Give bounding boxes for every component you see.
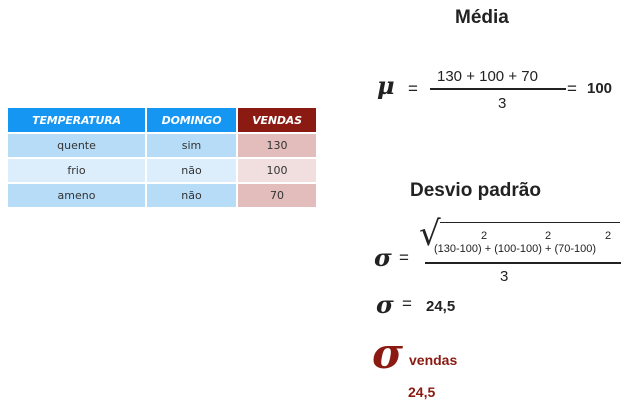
cell-vendas: 100 — [238, 159, 316, 182]
stddev-result-equals: = — [402, 294, 412, 313]
mean-result-equals: = — [567, 79, 577, 98]
stddev-denominator: 3 — [500, 268, 509, 285]
mean-equals: = — [408, 79, 418, 98]
mu-symbol: μ — [377, 71, 395, 100]
sigma-symbol: σ — [374, 243, 392, 272]
sigma-highlight-icon: σ — [372, 329, 403, 378]
header-domingo: DOMINGO — [147, 108, 236, 132]
table-header-row: TEMPERATURA DOMINGO VENDAS — [8, 108, 316, 132]
cell-temperatura: ameno — [8, 184, 145, 207]
stddev-exponent-3: 2 — [605, 230, 612, 242]
cell-domingo: não — [147, 184, 236, 207]
stddev-title: Desvio padrão — [410, 180, 541, 201]
mean-title: Média — [455, 7, 509, 28]
highlight-value: 24,5 — [408, 384, 436, 400]
stddev-equals: = — [399, 248, 409, 267]
stddev-radicand: (130-100) + (100-100) + (70-100) — [434, 243, 597, 255]
highlight-label: vendas — [409, 352, 458, 368]
header-temperatura: TEMPERATURA — [8, 108, 145, 132]
table-row: ameno não 70 — [8, 184, 316, 207]
cell-vendas: 130 — [238, 134, 316, 157]
cell-domingo: não — [147, 159, 236, 182]
sigma-result-symbol: σ — [376, 290, 394, 319]
table-row: frio não 100 — [8, 159, 316, 182]
stddev-exponent-1: 2 — [481, 230, 488, 242]
stddev-result: 24,5 — [426, 298, 456, 315]
mean-denominator: 3 — [498, 95, 507, 112]
header-vendas: VENDAS — [238, 108, 316, 132]
mean-result: 100 — [587, 80, 613, 97]
cell-temperatura: quente — [8, 134, 145, 157]
stddev-fraction-bar — [425, 262, 621, 264]
cell-temperatura: frio — [8, 159, 145, 182]
mean-fraction-bar — [430, 88, 566, 90]
mean-numerator: 130 + 100 + 70 — [437, 68, 538, 85]
stddev-exponent-2: 2 — [545, 230, 552, 242]
sales-table: TEMPERATURA DOMINGO VENDAS quente sim 13… — [6, 106, 318, 209]
cell-vendas: 70 — [238, 184, 316, 207]
sqrt-vinculum — [440, 222, 620, 223]
table-row: quente sim 130 — [8, 134, 316, 157]
cell-domingo: sim — [147, 134, 236, 157]
